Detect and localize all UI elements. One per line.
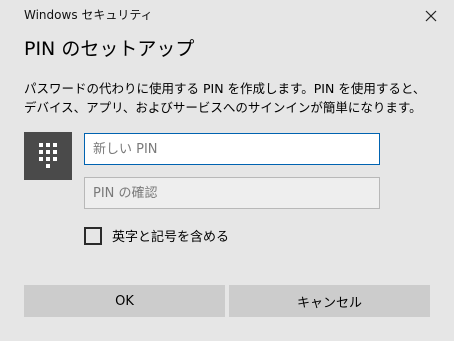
confirm-pin-input[interactable] — [84, 177, 380, 209]
close-button[interactable] — [408, 0, 454, 32]
ok-button[interactable]: OK — [24, 285, 225, 317]
dialog-heading: PIN のセットアップ — [24, 38, 195, 60]
include-letters-label: 英字と記号を含める — [112, 230, 230, 245]
include-letters-checkbox[interactable] — [84, 226, 102, 245]
cancel-button[interactable]: キャンセル — [229, 285, 430, 317]
window-title: Windows セキュリティ — [24, 8, 153, 22]
close-icon — [425, 10, 437, 22]
include-letters-checkbox-row[interactable]: 英字と記号を含める — [84, 226, 229, 245]
dialog-description: パスワードの代わりに使用する PIN を作成します。PIN を使用すると、デバイ… — [24, 81, 426, 115]
pin-setup-dialog: Windows セキュリティ PIN のセットアップ パスワードの代わりに使用す… — [0, 0, 454, 341]
keypad-icon — [24, 132, 72, 180]
new-pin-input[interactable] — [84, 133, 380, 165]
